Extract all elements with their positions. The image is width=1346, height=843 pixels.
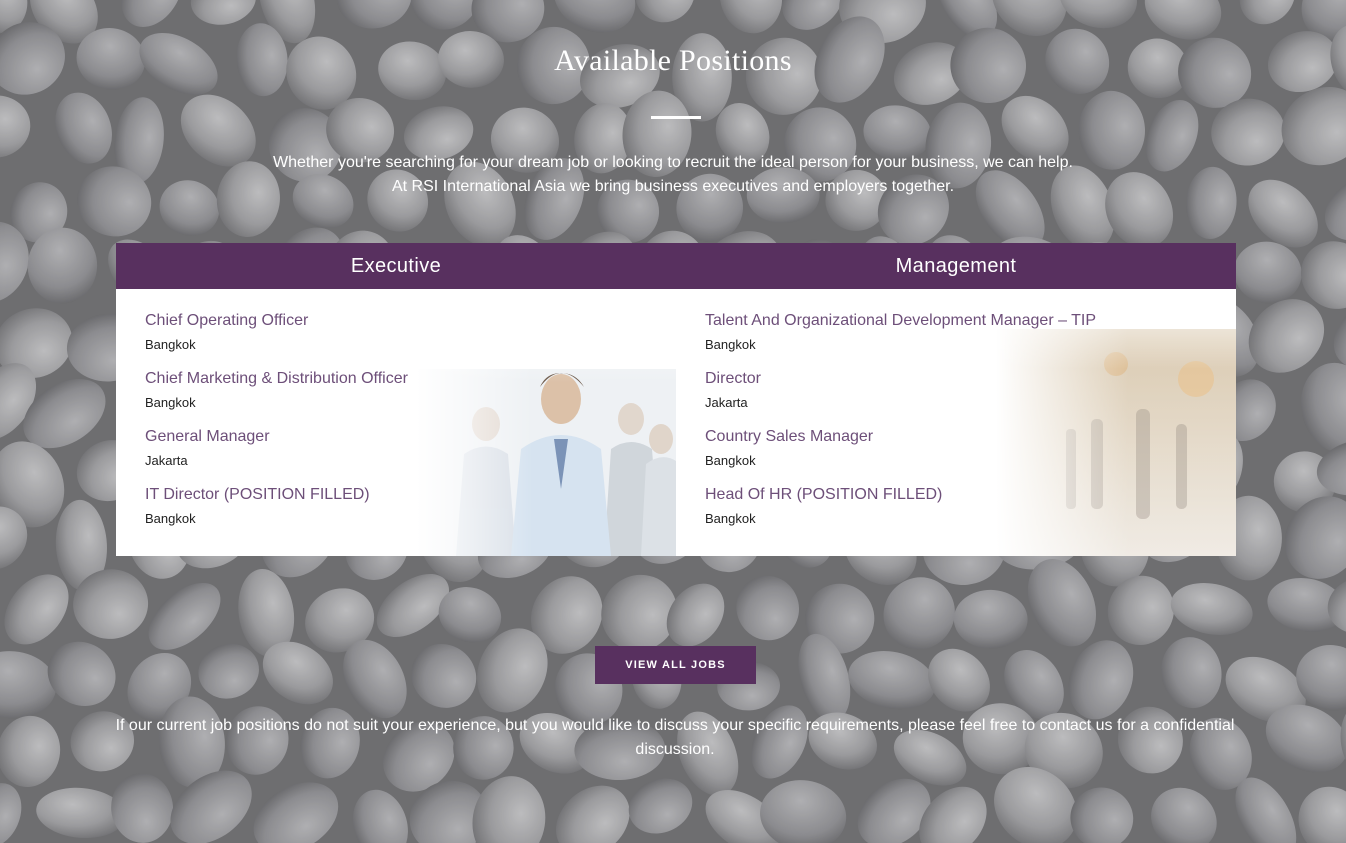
job-item: Country Sales Manager Bangkok — [705, 428, 1096, 486]
executive-panel: Executive Chief Operating Officer Bangko… — [116, 243, 676, 556]
job-item: Director Jakarta — [705, 370, 1096, 428]
job-location: Jakarta — [145, 453, 188, 468]
job-item: IT Director (POSITION FILLED) Bangkok — [145, 486, 408, 544]
job-title-link[interactable]: Chief Operating Officer — [145, 312, 408, 330]
contact-note: If our current job positions do not suit… — [115, 717, 1235, 758]
job-item: Talent And Organizational Development Ma… — [705, 312, 1096, 370]
job-location: Bangkok — [705, 453, 756, 468]
executive-list-body: Chief Operating Officer Bangkok Chief Ma… — [116, 289, 676, 556]
management-heading: Management — [676, 243, 1236, 289]
view-all-jobs-button[interactable]: VIEW ALL JOBS — [595, 646, 756, 684]
section-title: Available Positions — [554, 44, 792, 77]
job-location: Bangkok — [145, 511, 196, 526]
executive-job-list: Chief Operating Officer Bangkok Chief Ma… — [145, 312, 408, 544]
executive-heading: Executive — [116, 243, 676, 289]
management-job-list: Talent And Organizational Development Ma… — [705, 312, 1096, 544]
job-title-link[interactable]: Director — [705, 370, 1096, 388]
job-item: Chief Marketing & Distribution Officer B… — [145, 370, 408, 428]
job-title-link[interactable]: General Manager — [145, 428, 408, 446]
title-divider — [651, 116, 701, 119]
job-title-link[interactable]: Head Of HR (POSITION FILLED) — [705, 486, 1096, 504]
job-item: Chief Operating Officer Bangkok — [145, 312, 408, 370]
job-title-link[interactable]: Chief Marketing & Distribution Officer — [145, 370, 408, 388]
intro-line-1: Whether you're searching for your dream … — [273, 154, 1073, 171]
intro-line-2: At RSI International Asia we bring busin… — [391, 178, 955, 195]
management-list-body: Talent And Organizational Development Ma… — [676, 289, 1236, 556]
job-title-link[interactable]: IT Director (POSITION FILLED) — [145, 486, 408, 504]
job-location: Bangkok — [145, 395, 196, 410]
job-location: Jakarta — [705, 395, 748, 410]
management-panel: Management Talent And Organizational Dev… — [676, 243, 1236, 556]
job-location: Bangkok — [705, 337, 756, 352]
job-title-link[interactable]: Country Sales Manager — [705, 428, 1096, 446]
job-location: Bangkok — [145, 337, 196, 352]
job-item: Head Of HR (POSITION FILLED) Bangkok — [705, 486, 1096, 544]
business-people-photo — [416, 289, 676, 556]
intro-text: Whether you're searching for your dream … — [0, 151, 1346, 199]
job-location: Bangkok — [705, 511, 756, 526]
job-item: General Manager Jakarta — [145, 428, 408, 486]
job-title-link[interactable]: Talent And Organizational Development Ma… — [705, 312, 1096, 330]
